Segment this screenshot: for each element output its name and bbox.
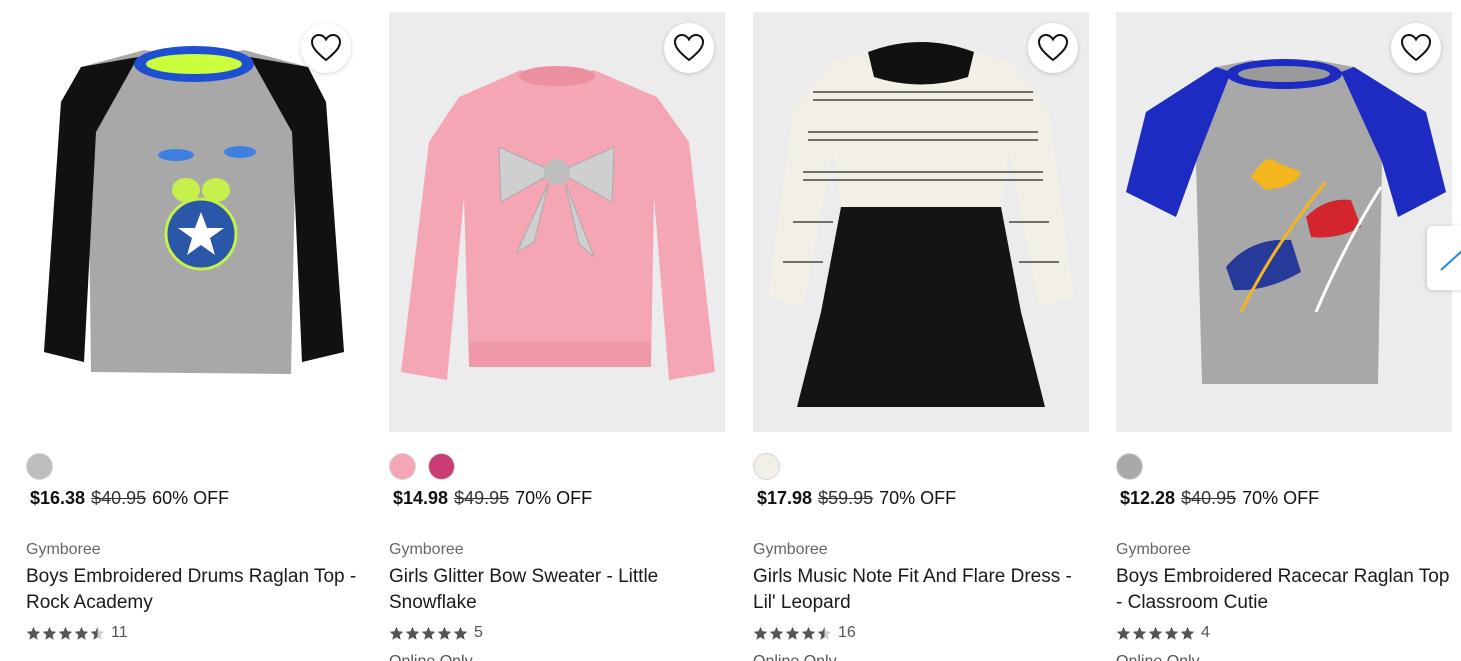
- star-icon: [1132, 626, 1147, 640]
- arrow-right-icon: [1440, 250, 1461, 271]
- glitter-bow-sweater-image: [401, 66, 715, 380]
- color-swatches: [26, 453, 53, 480]
- price-row: $16.38 $40.95 60% OFF: [30, 488, 229, 509]
- star-icon: [421, 626, 436, 640]
- heart-outline-icon: [1037, 33, 1069, 62]
- brand-name: Gymboree: [389, 541, 464, 558]
- color-swatch[interactable]: [1116, 453, 1143, 480]
- product-title[interactable]: Girls Music Note Fit And Flare Dress - L…: [753, 564, 1089, 616]
- price-row: $12.28 $40.95 70% OFF: [1120, 488, 1319, 509]
- rating[interactable]: 4: [1116, 624, 1210, 642]
- star-icon: [405, 626, 420, 640]
- review-count: 11: [111, 624, 128, 641]
- sale-price: $14.98: [393, 488, 449, 508]
- color-swatch[interactable]: [753, 453, 780, 480]
- color-swatches: [753, 453, 780, 480]
- star-icon: [785, 626, 800, 640]
- product-image[interactable]: [389, 12, 725, 432]
- product-card: $12.28 $40.95 70% OFF Gymboree Boys Embr…: [1116, 12, 1452, 661]
- product-card: $16.38 $40.95 60% OFF Gymboree Boys Embr…: [26, 12, 362, 641]
- star-icon: [1148, 626, 1163, 640]
- star-icon: [389, 626, 404, 640]
- color-swatch[interactable]: [26, 453, 53, 480]
- star-rating: [753, 626, 832, 641]
- favorite-button[interactable]: [1391, 23, 1441, 73]
- discount-label: 70% OFF: [1242, 488, 1320, 508]
- color-swatches: [389, 453, 455, 480]
- product-title[interactable]: Girls Glitter Bow Sweater - Little Snowf…: [389, 564, 725, 616]
- racecar-raglan-top-image: [1126, 59, 1446, 384]
- star-rating: [26, 626, 105, 641]
- color-swatch[interactable]: [389, 453, 416, 480]
- product-image[interactable]: [1116, 12, 1452, 432]
- price-row: $14.98 $49.95 70% OFF: [393, 488, 592, 509]
- star-icon: [453, 626, 468, 640]
- original-price: $40.95: [91, 488, 147, 508]
- star-icon: [817, 626, 832, 640]
- star-icon: [74, 626, 89, 640]
- price-row: $17.98 $59.95 70% OFF: [757, 488, 956, 509]
- star-icon: [769, 626, 784, 640]
- heart-outline-icon: [310, 33, 342, 62]
- review-count: 16: [838, 624, 856, 641]
- product-title[interactable]: Boys Embroidered Drums Raglan Top - Rock…: [26, 564, 362, 616]
- star-icon: [753, 626, 768, 640]
- product-title[interactable]: Boys Embroidered Racecar Raglan Top - Cl…: [1116, 564, 1452, 616]
- discount-label: 70% OFF: [515, 488, 593, 508]
- product-image[interactable]: [26, 12, 362, 432]
- star-icon: [42, 626, 57, 640]
- star-icon: [1116, 626, 1131, 640]
- music-note-dress-image: [768, 42, 1074, 407]
- star-icon: [437, 626, 452, 640]
- rating[interactable]: 16: [753, 624, 856, 642]
- brand-name: Gymboree: [1116, 541, 1191, 558]
- review-count: 4: [1201, 624, 1210, 641]
- heart-outline-icon: [673, 33, 705, 62]
- drums-raglan-top-image: [44, 46, 344, 374]
- sale-price: $17.98: [757, 488, 813, 508]
- availability-label: Online Only: [1116, 653, 1200, 661]
- review-count: 5: [474, 624, 483, 641]
- product-card: $17.98 $59.95 70% OFF Gymboree Girls Mus…: [753, 12, 1089, 661]
- star-icon: [90, 626, 105, 640]
- star-rating: [1116, 626, 1195, 641]
- star-icon: [1164, 626, 1179, 640]
- product-image[interactable]: [753, 12, 1089, 432]
- rating[interactable]: 11: [26, 624, 128, 642]
- product-grid: $16.38 $40.95 60% OFF Gymboree Boys Embr…: [0, 0, 1461, 661]
- star-icon: [801, 626, 816, 640]
- rating[interactable]: 5: [389, 624, 483, 642]
- original-price: $59.95: [818, 488, 874, 508]
- discount-label: 60% OFF: [152, 488, 230, 508]
- star-icon: [1180, 626, 1195, 640]
- availability-label: Online Only: [389, 653, 473, 661]
- star-icon: [58, 626, 73, 640]
- discount-label: 70% OFF: [879, 488, 957, 508]
- color-swatches: [1116, 453, 1143, 480]
- sale-price: $16.38: [30, 488, 86, 508]
- sale-price: $12.28: [1120, 488, 1176, 508]
- heart-outline-icon: [1400, 33, 1432, 62]
- original-price: $49.95: [454, 488, 510, 508]
- original-price: $40.95: [1181, 488, 1237, 508]
- star-icon: [26, 626, 41, 640]
- star-rating: [389, 626, 468, 641]
- brand-name: Gymboree: [753, 541, 828, 558]
- favorite-button[interactable]: [1028, 23, 1078, 73]
- brand-name: Gymboree: [26, 541, 101, 558]
- availability-label: Online Only: [753, 653, 837, 661]
- carousel-next-button[interactable]: [1427, 226, 1461, 290]
- product-card: $14.98 $49.95 70% OFF Gymboree Girls Gli…: [389, 12, 725, 661]
- favorite-button[interactable]: [301, 23, 351, 73]
- favorite-button[interactable]: [664, 23, 714, 73]
- color-swatch[interactable]: [428, 453, 455, 480]
